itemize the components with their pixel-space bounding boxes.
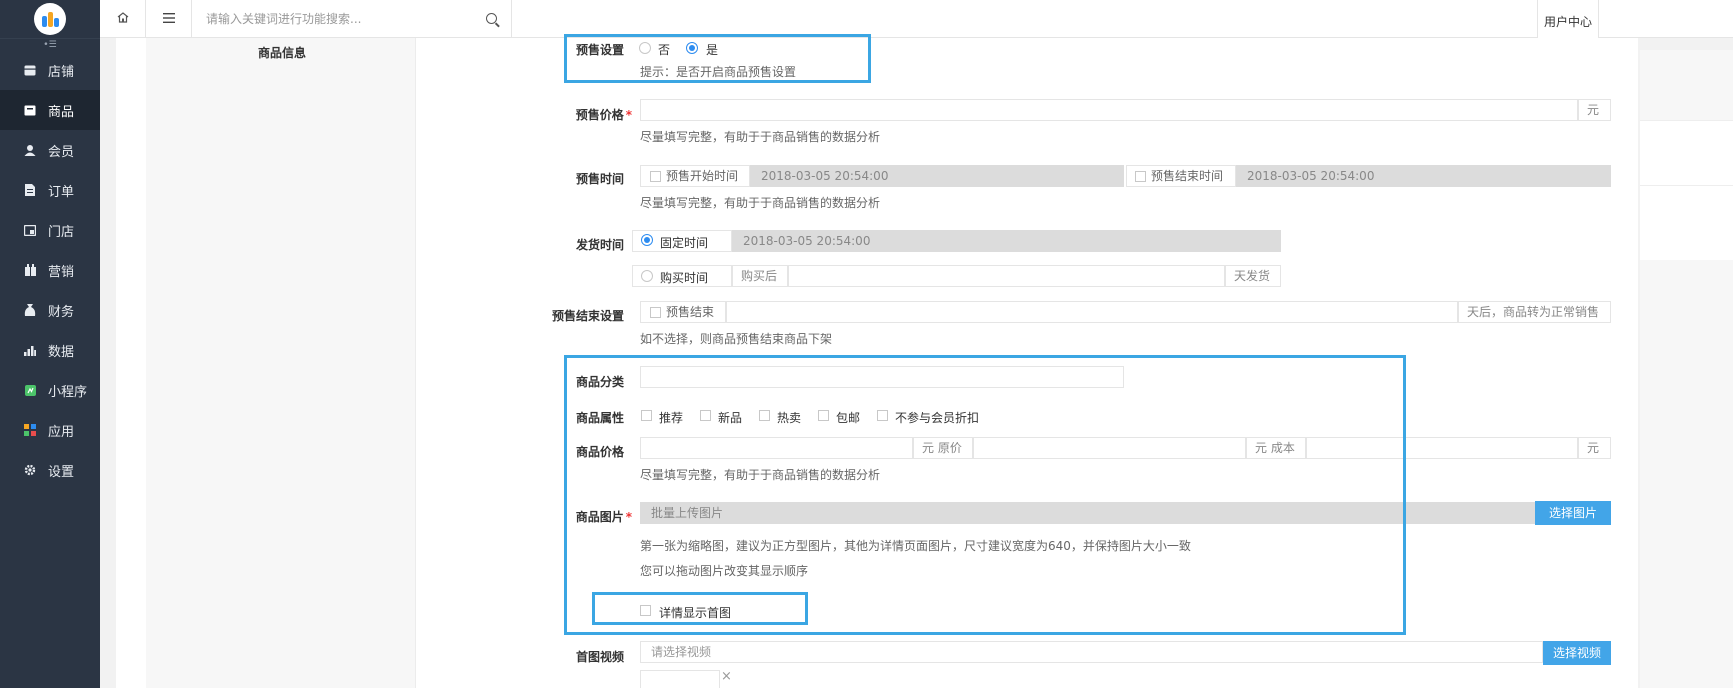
sidebar-item-label: 店铺 — [48, 64, 75, 80]
label-text: 预售结束设置 — [551, 309, 624, 323]
select-video-button[interactable]: 选择视频 — [1543, 641, 1611, 665]
sidebar-item-label: 商品 — [48, 104, 75, 120]
sidebar-item-label: 门店 — [48, 224, 75, 240]
order-icon — [24, 184, 36, 196]
presale-end-setting-label: 预售结束设置 — [540, 307, 624, 324]
presale-time-hint: 尽量填写完整，有助于于商品销售的数据分析 — [640, 196, 881, 210]
section-title: 商品信息 — [258, 46, 307, 60]
sidebar-item-label: 营销 — [48, 264, 75, 280]
sidebar-item-settings[interactable]: 设置 — [0, 450, 100, 490]
presale-end-checkbox-2[interactable] — [650, 307, 661, 318]
logo-mark-icon — [41, 10, 59, 28]
sidebar-item-goods[interactable]: 商品 — [0, 90, 100, 130]
sidebar: •☰ 店铺 商品 会员 订单 门店 营销 财务 数据 小程序 应用 设置 — [0, 0, 100, 688]
sidebar-item-marketing[interactable]: 营销 — [0, 250, 100, 290]
user-center-button[interactable]: 用户中心 — [1537, 0, 1599, 42]
presale-end-suffix: 天后，商品转为正常销售 — [1458, 301, 1611, 323]
sidebar-item-label: 财务 — [48, 304, 75, 320]
home-button[interactable] — [100, 0, 146, 38]
presale-price-hint: 尽量填写完整，有助于于商品销售的数据分析 — [640, 130, 881, 144]
sidebar-item-order[interactable]: 订单 — [0, 170, 100, 210]
label-text: 首图视频 — [575, 650, 624, 664]
home-icon — [117, 11, 129, 27]
highlight-presale-setting — [564, 34, 871, 83]
marketing-icon — [24, 264, 36, 276]
presale-end-hint: 如不选择，则商品预售结束商品下架 — [640, 332, 833, 346]
sidebar-item-finance[interactable]: 财务 — [0, 290, 100, 330]
ship-fixed-input[interactable]: 2018-03-05 20:54:00 — [732, 230, 1281, 252]
ship-time-label: 发货时间 — [540, 236, 624, 253]
ship-after-days-input[interactable] — [788, 265, 1225, 287]
highlight-goods-info — [564, 355, 1406, 635]
sidebar-item-member[interactable]: 会员 — [0, 130, 100, 170]
menu-toggle-button[interactable] — [146, 0, 192, 38]
remove-video-icon[interactable]: × — [721, 669, 732, 684]
sidebar-item-label: 数据 — [48, 344, 75, 360]
logo-area — [0, 0, 100, 38]
finance-icon — [24, 304, 36, 316]
video-input[interactable]: 请选择视频 — [640, 641, 1543, 663]
sidebar-item-label: 会员 — [48, 144, 75, 160]
label-text: 预售价格 — [575, 108, 624, 122]
sidebar-item-label: 应用 — [48, 424, 75, 440]
sidebar-item-apps[interactable]: 应用 — [0, 410, 100, 450]
sidebar-item-label: 订单 — [48, 184, 75, 200]
presale-end-label: 预售结束时间 — [1151, 169, 1224, 183]
presale-price-input[interactable] — [640, 99, 1578, 121]
apps-icon — [24, 424, 36, 436]
presale-price-label: 预售价格 * — [540, 106, 632, 123]
presale-start-input[interactable]: 2018-03-05 20:54:00 — [750, 165, 1124, 187]
logo[interactable] — [34, 3, 66, 35]
presale-time-label: 预售时间 — [540, 170, 624, 187]
presale-end-checkbox[interactable] — [1135, 171, 1146, 182]
presale-end-days-input[interactable] — [726, 301, 1458, 323]
shop-icon — [24, 224, 36, 236]
ship-after-radio[interactable] — [641, 270, 653, 282]
ship-after-label: 购买时间 — [660, 271, 709, 285]
member-icon — [24, 144, 36, 156]
sidebar-item-store[interactable]: 店铺 — [0, 50, 100, 90]
search-box — [192, 0, 512, 38]
presale-price-unit: 元 — [1578, 99, 1611, 121]
price-unit-yuan: 元 — [1578, 437, 1611, 459]
store-icon — [24, 64, 36, 76]
ship-fixed-radio[interactable] — [641, 234, 653, 246]
select-images-button[interactable]: 选择图片 — [1535, 501, 1611, 525]
goods-icon — [24, 104, 36, 116]
ship-after-suffix: 天发货 — [1225, 265, 1281, 287]
right-panel-box — [1640, 120, 1733, 260]
sidebar-item-shop[interactable]: 门店 — [0, 210, 100, 250]
presale-end-check-label: 预售结束 — [666, 305, 715, 319]
video-preview — [640, 670, 720, 688]
divider — [1640, 185, 1733, 186]
label-text: 预售时间 — [575, 172, 624, 186]
label-text: 发货时间 — [575, 238, 624, 252]
sidebar-item-miniprogram[interactable]: 小程序 — [0, 370, 100, 410]
search-input[interactable] — [192, 0, 472, 38]
sidebar-item-label: 设置 — [48, 464, 75, 480]
required-mark: * — [625, 108, 632, 122]
sidebar-collapse-toggle[interactable]: •☰ — [0, 38, 100, 50]
video-label: 首图视频 — [540, 648, 624, 665]
ship-fixed-label: 固定时间 — [660, 236, 709, 250]
topbar — [100, 0, 1733, 38]
sidebar-item-label: 小程序 — [48, 384, 88, 400]
presale-start-label: 预售开始时间 — [666, 169, 739, 183]
data-icon — [24, 344, 36, 356]
search-icon[interactable] — [486, 13, 497, 24]
section-sidebar: 商品信息 — [146, 38, 416, 688]
ship-after-prefix: 购买后 — [732, 265, 788, 287]
right-panel — [1640, 50, 1733, 688]
gear-icon — [24, 464, 36, 476]
presale-start-checkbox[interactable] — [650, 171, 661, 182]
presale-end-input[interactable]: 2018-03-05 20:54:00 — [1236, 165, 1611, 187]
menu-icon — [162, 12, 175, 27]
miniprogram-icon — [24, 384, 36, 396]
sidebar-item-data[interactable]: 数据 — [0, 330, 100, 370]
